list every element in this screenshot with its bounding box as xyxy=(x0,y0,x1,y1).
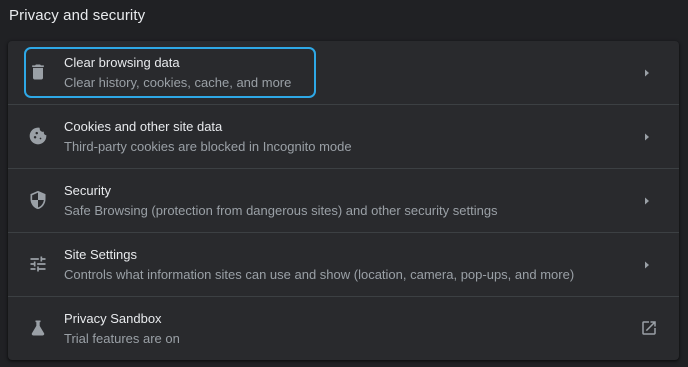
row-subtitle: Controls what information sites can use … xyxy=(64,267,575,282)
row-title: Privacy Sandbox xyxy=(64,311,162,326)
arrow-right-icon xyxy=(639,65,655,81)
flask-icon xyxy=(28,318,48,338)
arrow-right-icon xyxy=(639,257,655,273)
shield-icon xyxy=(28,190,48,210)
row-subtitle: Safe Browsing (protection from dangerous… xyxy=(64,203,498,218)
arrow-right-icon xyxy=(639,193,655,209)
section-title: Privacy and security xyxy=(9,7,146,24)
trash-icon xyxy=(28,62,48,82)
tune-icon xyxy=(28,254,48,274)
site-settings-row[interactable]: Site Settings Controls what information … xyxy=(8,233,679,296)
privacy-sandbox-row[interactable]: Privacy Sandbox Trial features are on xyxy=(8,297,679,360)
clear-browsing-data-row[interactable]: Clear browsing data Clear history, cooki… xyxy=(8,41,679,104)
row-title: Cookies and other site data xyxy=(64,119,223,134)
row-title: Site Settings xyxy=(64,247,137,262)
privacy-security-card: Clear browsing data Clear history, cooki… xyxy=(8,41,679,360)
cookie-icon xyxy=(28,126,48,146)
row-title: Security xyxy=(64,183,111,198)
row-subtitle: Third-party cookies are blocked in Incog… xyxy=(64,139,352,154)
open-in-new-icon[interactable] xyxy=(640,319,658,337)
security-row[interactable]: Security Safe Browsing (protection from … xyxy=(8,169,679,232)
row-subtitle: Clear history, cookies, cache, and more xyxy=(64,75,292,90)
cookies-row[interactable]: Cookies and other site data Third-party … xyxy=(8,105,679,168)
arrow-right-icon xyxy=(639,129,655,145)
row-subtitle: Trial features are on xyxy=(64,331,180,346)
row-title: Clear browsing data xyxy=(64,55,180,70)
